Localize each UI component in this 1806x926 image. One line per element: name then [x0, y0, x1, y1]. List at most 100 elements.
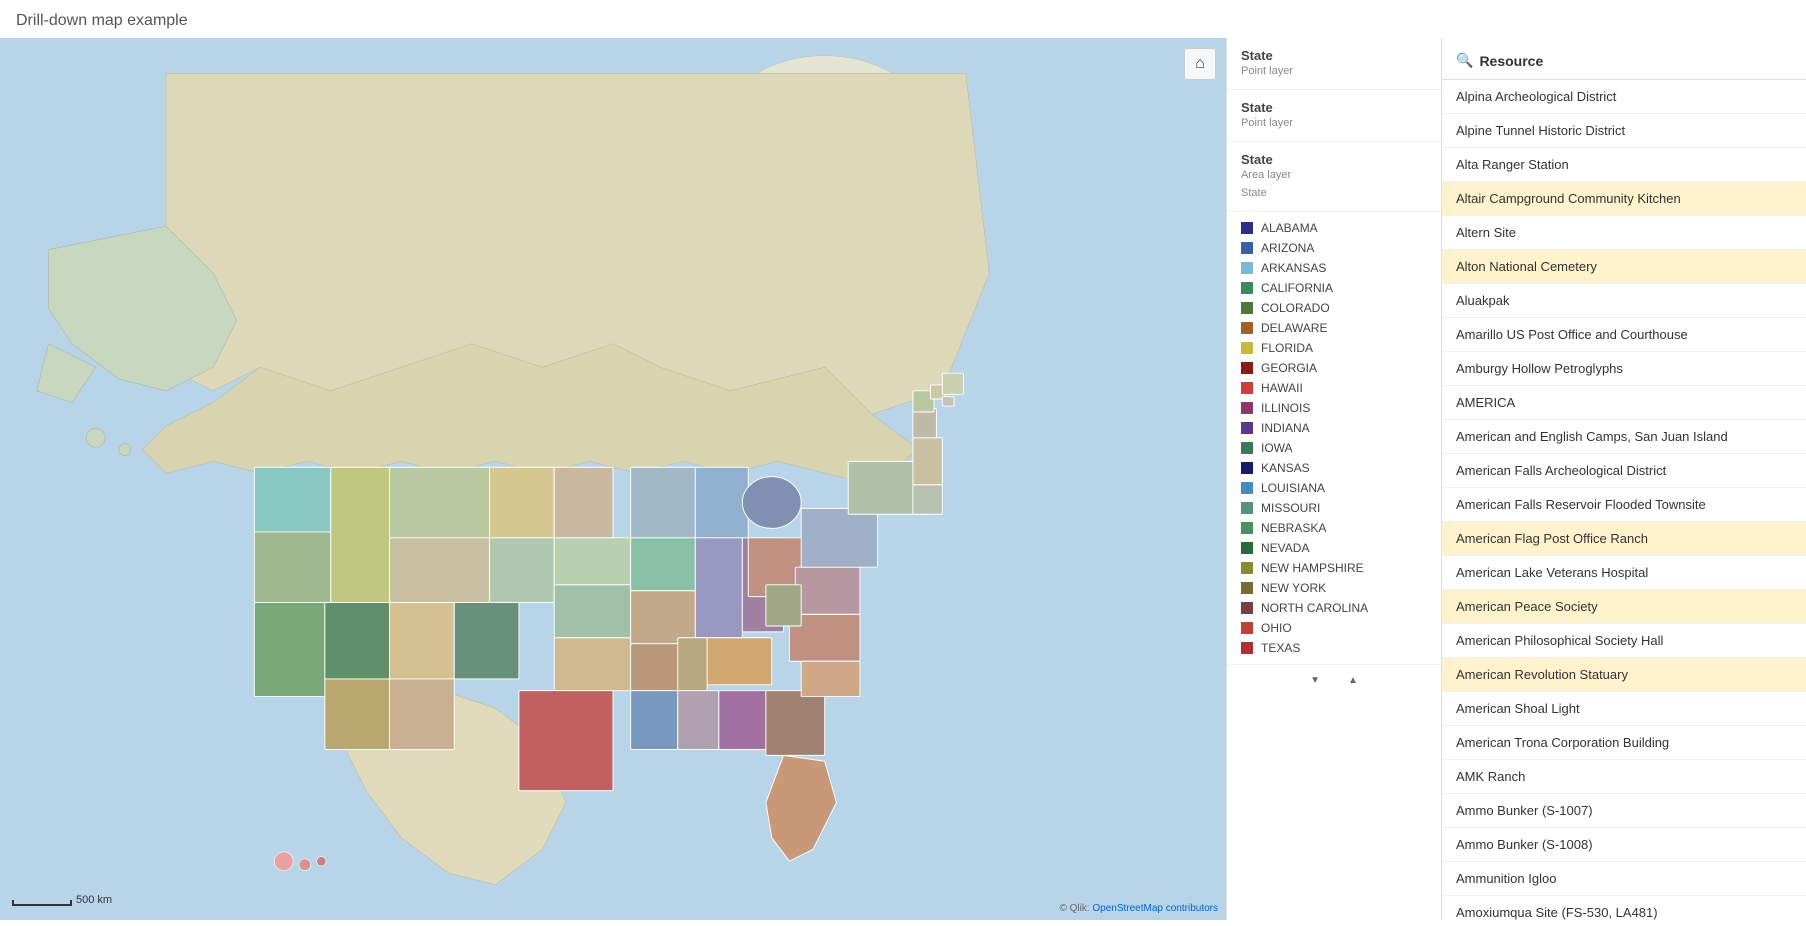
resource-list-item[interactable]: Altern Site: [1442, 216, 1806, 250]
resource-list-item[interactable]: Alpina Archeological District: [1442, 80, 1806, 114]
scale-bar: [12, 900, 72, 906]
legend-color-box: [1241, 462, 1253, 474]
legend-item[interactable]: TEXAS: [1241, 638, 1427, 658]
legend-item-label: FLORIDA: [1261, 341, 1313, 355]
legend-item[interactable]: LOUISIANA: [1241, 478, 1427, 498]
legend-item-label: GEORGIA: [1261, 361, 1317, 375]
legend-color-box: [1241, 582, 1253, 594]
legend-item-label: DELAWARE: [1261, 321, 1327, 335]
resource-list-item[interactable]: American Flag Post Office Ranch: [1442, 522, 1806, 556]
resource-list: Alpina Archeological DistrictAlpine Tunn…: [1442, 80, 1806, 920]
resource-list-item[interactable]: American Shoal Light: [1442, 692, 1806, 726]
legend-item[interactable]: ARKANSAS: [1241, 258, 1427, 278]
resource-list-item[interactable]: American Philosophical Society Hall: [1442, 624, 1806, 658]
resource-list-item[interactable]: AMK Ranch: [1442, 760, 1806, 794]
right-panel: State Point layer State Point layer Stat…: [1226, 38, 1806, 920]
legend-item[interactable]: DELAWARE: [1241, 318, 1427, 338]
resource-list-item[interactable]: Amarillo US Post Office and Courthouse: [1442, 318, 1806, 352]
legend-item-label: OHIO: [1261, 621, 1292, 635]
attribution-link[interactable]: OpenStreetMap contributors: [1092, 903, 1218, 914]
legend-item[interactable]: NEVADA: [1241, 538, 1427, 558]
legend-item[interactable]: HAWAII: [1241, 378, 1427, 398]
resource-list-item[interactable]: Aluakpak: [1442, 284, 1806, 318]
legend-item[interactable]: GEORGIA: [1241, 358, 1427, 378]
legend-item[interactable]: NEBRASKA: [1241, 518, 1427, 538]
resource-list-item[interactable]: American Falls Archeological District: [1442, 454, 1806, 488]
legend-item[interactable]: MISSOURI: [1241, 498, 1427, 518]
legend-item[interactable]: NEW YORK: [1241, 578, 1427, 598]
legend-item[interactable]: OHIO: [1241, 618, 1427, 638]
legend-scroll-up[interactable]: ▲: [1342, 673, 1364, 688]
legend-color-box: [1241, 562, 1253, 574]
legend-subtitle-2: Point layer: [1241, 117, 1427, 129]
resource-list-item[interactable]: Altair Campground Community Kitchen: [1442, 182, 1806, 216]
legend-item[interactable]: ARIZONA: [1241, 238, 1427, 258]
legend-color-box: [1241, 222, 1253, 234]
legend-color-box: [1241, 342, 1253, 354]
resource-list-item[interactable]: American Revolution Statuary: [1442, 658, 1806, 692]
resource-list-item[interactable]: American and English Camps, San Juan Isl…: [1442, 420, 1806, 454]
legend-title-1: State: [1241, 48, 1427, 63]
map-area: ⌂ 500 km © Qlik: OpenStreetMap contribut…: [0, 38, 1226, 920]
resource-list-item[interactable]: American Peace Society: [1442, 590, 1806, 624]
legend-item[interactable]: IOWA: [1241, 438, 1427, 458]
search-icon: 🔍: [1456, 52, 1473, 69]
legend-item-label: COLORADO: [1261, 301, 1330, 315]
legend-item[interactable]: COLORADO: [1241, 298, 1427, 318]
scale-label: 500 km: [76, 894, 112, 906]
resource-list-item[interactable]: Alta Ranger Station: [1442, 148, 1806, 182]
legend-item[interactable]: FLORIDA: [1241, 338, 1427, 358]
legend-item[interactable]: CALIFORNIA: [1241, 278, 1427, 298]
legend-color-box: [1241, 262, 1253, 274]
legend-item[interactable]: ILLINOIS: [1241, 398, 1427, 418]
legend-color-box: [1241, 542, 1253, 554]
legend-item[interactable]: KANSAS: [1241, 458, 1427, 478]
legend-color-box: [1241, 482, 1253, 494]
legend-color-box: [1241, 622, 1253, 634]
legend-color-box: [1241, 362, 1253, 374]
legend-item[interactable]: INDIANA: [1241, 418, 1427, 438]
legend-section-1: State Point layer: [1227, 38, 1441, 90]
legend-subtitle-1: Point layer: [1241, 65, 1427, 77]
legend-item-label: TEXAS: [1261, 641, 1300, 655]
home-icon: ⌂: [1195, 55, 1205, 73]
legend-color-box: [1241, 322, 1253, 334]
resource-header: 🔍 Resource: [1442, 38, 1806, 80]
legend-items: ALABAMA ARIZONAARKANSAS CALIFORNIA COLORADO…: [1227, 212, 1441, 664]
legend-item[interactable]: NORTH CAROLINA: [1241, 598, 1427, 618]
legend-subtitle-3: Area layer: [1241, 169, 1427, 181]
map-scale: 500 km: [12, 894, 112, 906]
legend-item-label: NEVADA: [1261, 541, 1309, 555]
resource-list-item[interactable]: Amburgy Hollow Petroglyphs: [1442, 352, 1806, 386]
legend-item-label: IOWA: [1261, 441, 1293, 455]
legend-item[interactable]: NEW HAMPSHIRE: [1241, 558, 1427, 578]
legend-item-label: NEW YORK: [1261, 581, 1326, 595]
legend-color-box: [1241, 302, 1253, 314]
resource-list-item[interactable]: American Trona Corporation Building: [1442, 726, 1806, 760]
legend-section-2: State Point layer: [1227, 90, 1441, 142]
legend-scroll-down[interactable]: ▼: [1304, 673, 1326, 688]
legend-item-label: CALIFORNIA: [1261, 281, 1333, 295]
resource-list-item[interactable]: Ammo Bunker (S-1007): [1442, 794, 1806, 828]
resource-list-item[interactable]: AMERICA: [1442, 386, 1806, 420]
resource-list-item[interactable]: Alpine Tunnel Historic District: [1442, 114, 1806, 148]
legend-color-box: [1241, 442, 1253, 454]
legend-color-box: [1241, 602, 1253, 614]
resource-list-item[interactable]: Ammunition Igloo: [1442, 862, 1806, 896]
resource-list-item[interactable]: Alton National Cemetery: [1442, 250, 1806, 284]
legend-item[interactable]: ALABAMA: [1241, 218, 1427, 238]
home-button[interactable]: ⌂: [1184, 48, 1216, 80]
legend-color-box: [1241, 382, 1253, 394]
legend-item-label: ALABAMA: [1261, 221, 1318, 235]
legend-panel: State Point layer State Point layer Stat…: [1227, 38, 1442, 920]
legend-item-label: MISSOURI: [1261, 501, 1320, 515]
legend-item-label: ILLINOIS: [1261, 401, 1310, 415]
legend-color-box: [1241, 502, 1253, 514]
resource-list-item[interactable]: Ammo Bunker (S-1008): [1442, 828, 1806, 862]
resource-list-item[interactable]: American Lake Veterans Hospital: [1442, 556, 1806, 590]
legend-item-label: INDIANA: [1261, 421, 1310, 435]
legend-title-2: State: [1241, 100, 1427, 115]
resource-list-item[interactable]: Amoxiumqua Site (FS-530, LA481): [1442, 896, 1806, 920]
legend-item-label: HAWAII: [1261, 381, 1303, 395]
resource-list-item[interactable]: American Falls Reservoir Flooded Townsit…: [1442, 488, 1806, 522]
